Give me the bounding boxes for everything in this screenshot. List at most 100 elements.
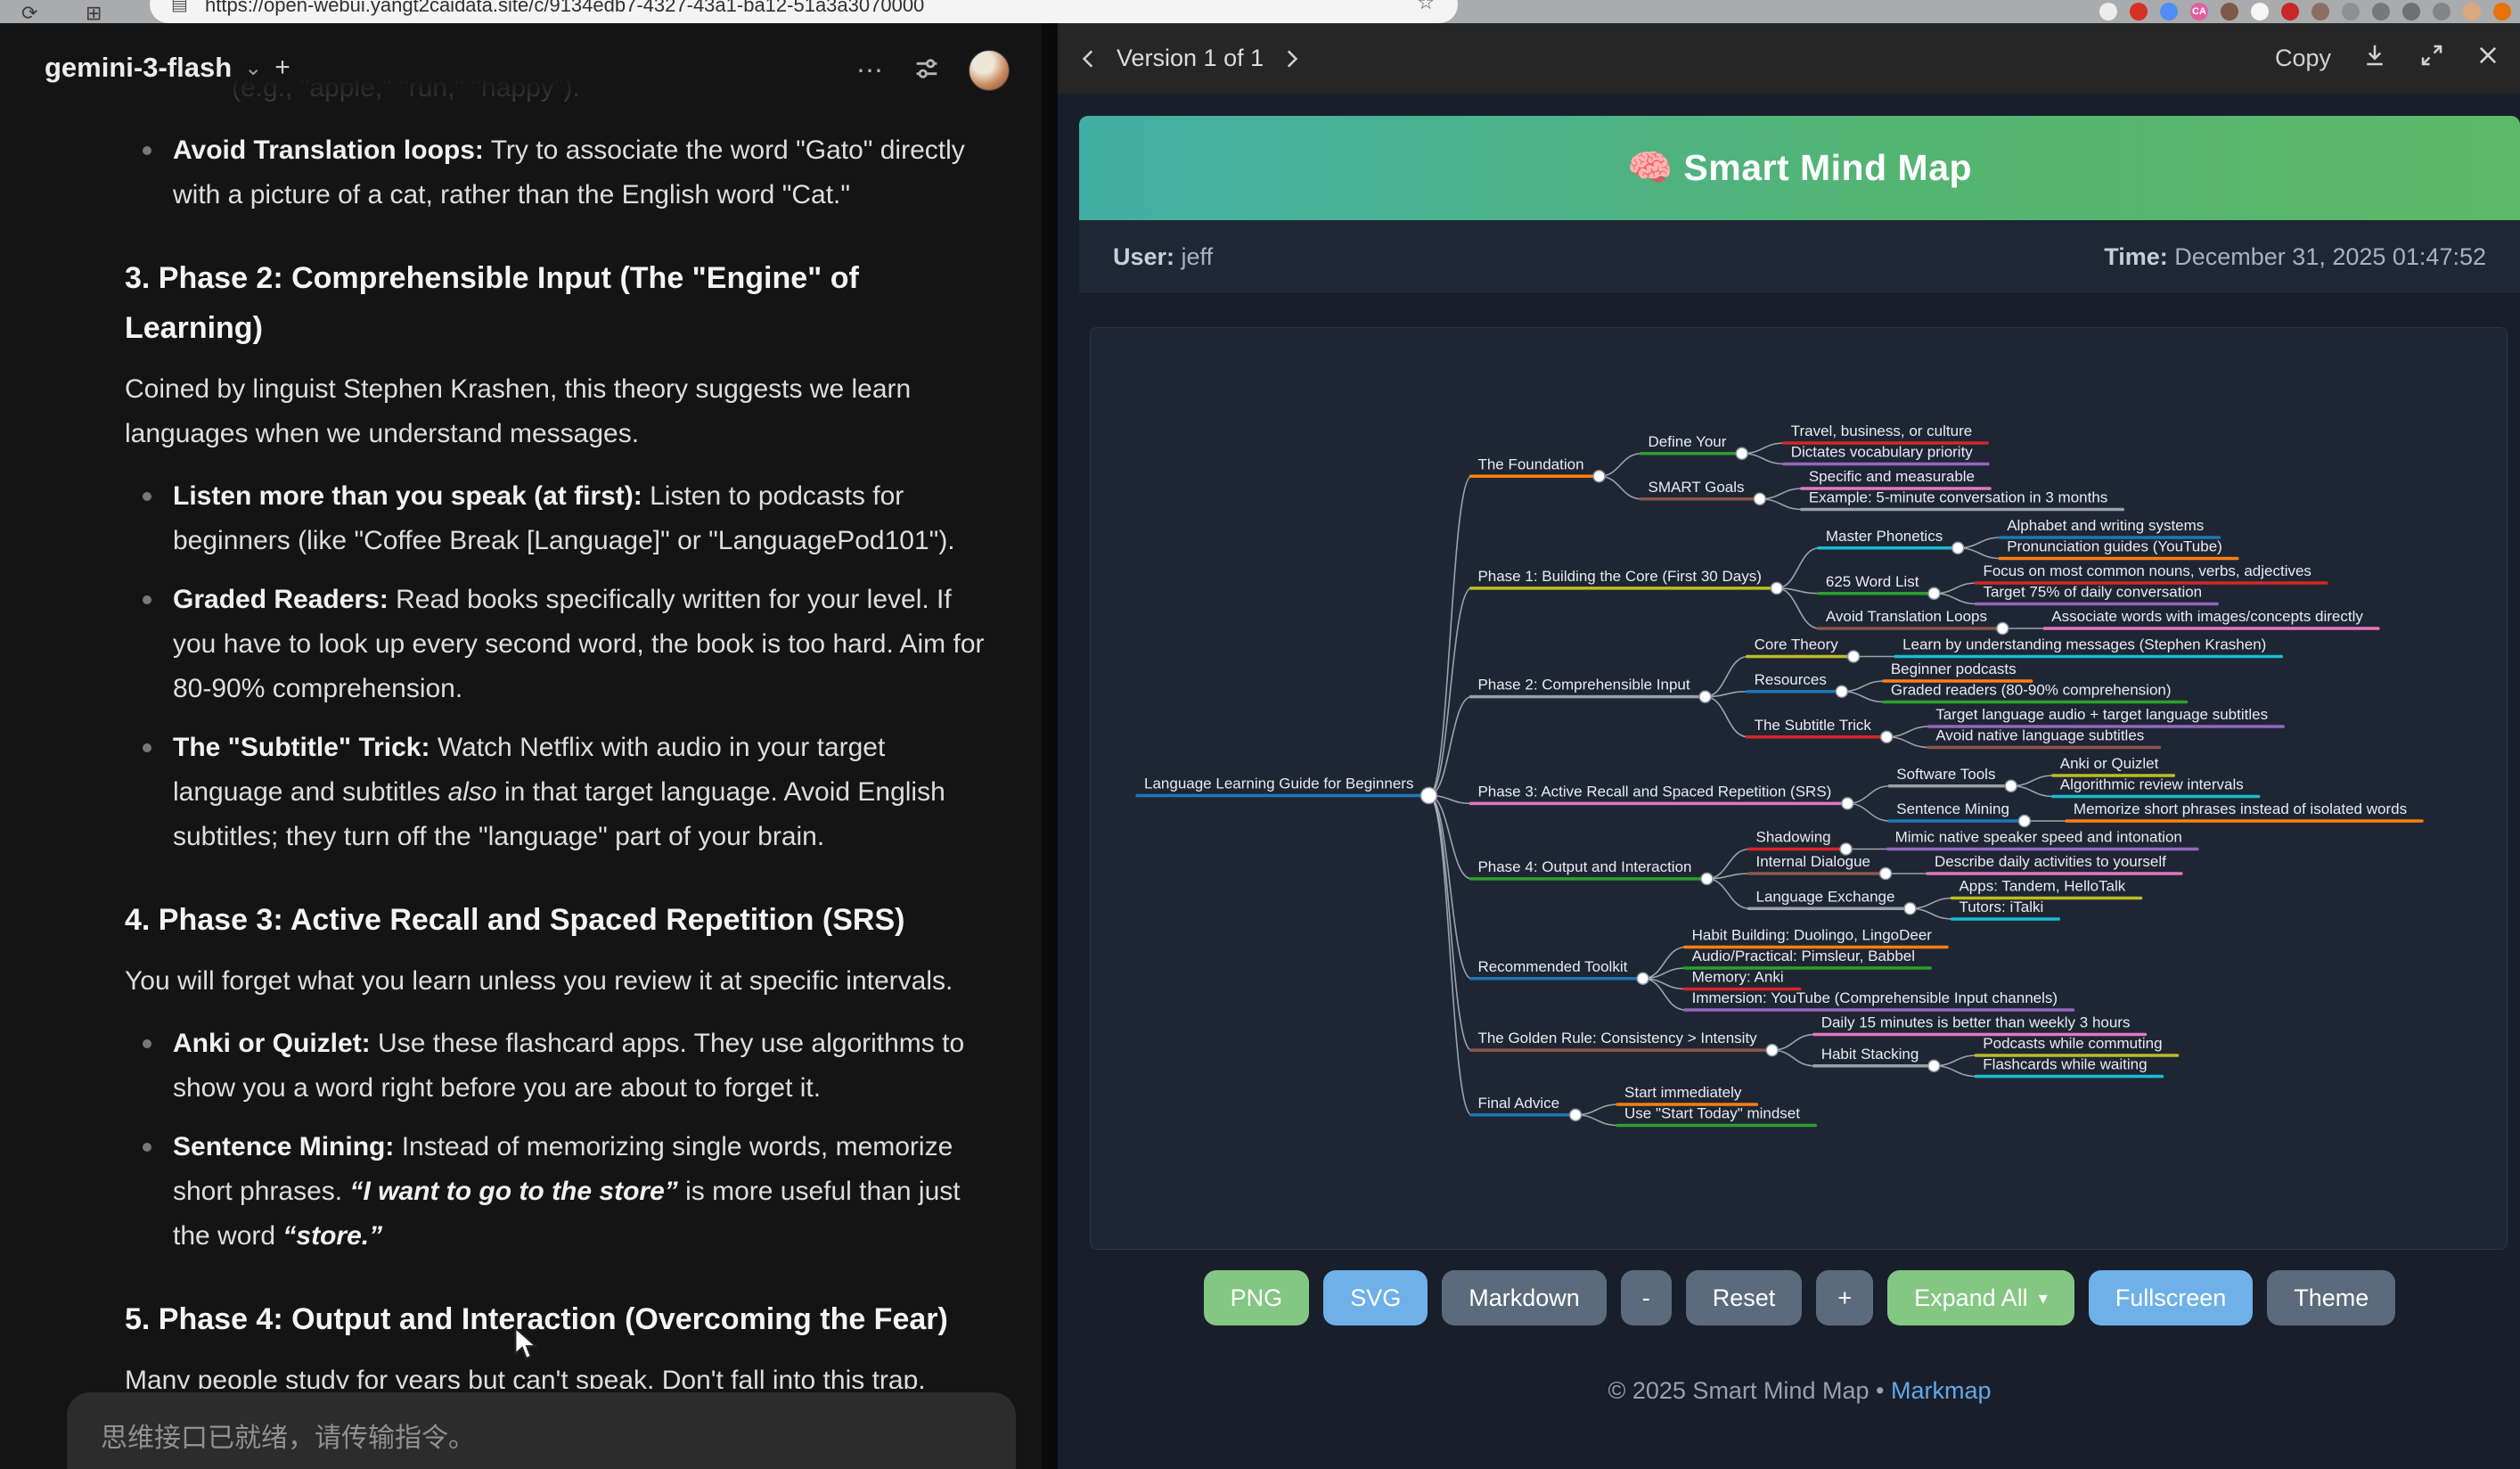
mindmap-node-label[interactable]: Daily 15 minutes is better than weekly 3… [1821,1014,2131,1031]
mindmap-node-label[interactable]: Target 75% of daily conversation [1983,584,2202,601]
mindmap-node-circle[interactable] [1771,582,1782,594]
mindmap-node-circle[interactable] [1842,798,1853,809]
mindmap-node-circle[interactable] [1997,623,2009,635]
mindmap-node-circle[interactable] [1766,1045,1778,1056]
mindmap-node-label[interactable]: Specific and measurable [1809,468,1975,485]
mindmap-node-circle[interactable] [1637,972,1649,984]
extension-icon[interactable] [2311,3,2329,21]
mindmap-node-label[interactable]: Sentence Mining [1896,800,2009,817]
mindmap-node-label[interactable]: Travel, business, or culture [1791,423,1972,439]
extension-icon[interactable] [2099,3,2117,21]
controls-icon[interactable] [912,53,942,88]
mindmap-node-label[interactable]: Mimic native speaker speed and intonatio… [1895,829,2182,846]
fullscreen-button[interactable]: Fullscreen [2089,1270,2254,1325]
profile-avatar-icon[interactable] [2463,3,2481,21]
mindmap-node-label[interactable]: Learn by understanding messages (Stephen… [1902,636,2266,653]
mindmap-node-label[interactable]: Podcasts while commuting [1983,1035,2162,1052]
bookmark-star-icon[interactable]: ☆ [1417,0,1435,14]
mindmap-node-label[interactable]: Phase 1: Building the Core (First 30 Day… [1477,568,1761,585]
mindmap-node-label[interactable]: Describe daily activities to yourself [1935,853,2166,870]
mindmap-node-label[interactable]: Master Phonetics [1826,528,1943,545]
png-button[interactable]: PNG [1204,1270,1310,1325]
markmap-link[interactable]: Markmap [1891,1377,1992,1404]
mindmap-node-label[interactable]: The Golden Rule: Consistency > Intensity [1477,1030,1757,1046]
mindmap-node-label[interactable]: Apps: Tandem, HelloTalk [1959,878,2125,895]
mindmap-node-label[interactable]: Flashcards while waiting [1983,1056,2147,1073]
mindmap-node-label[interactable]: Phase 3: Active Recall and Spaced Repeti… [1477,783,1831,800]
mindmap-node-label[interactable]: Tutors: iTalki [1959,899,2043,915]
mindmap-node-label[interactable]: Memory: Anki [1692,969,1784,986]
extension-icon[interactable] [2281,3,2299,21]
puzzle-icon[interactable] [2493,3,2511,21]
mindmap-node-label[interactable]: Alphabet and writing systems [2007,517,2204,534]
mindmap-node-circle[interactable] [1928,587,1940,599]
previous-version-button[interactable] [1070,40,1108,78]
mindmap-node-circle[interactable] [1848,651,1860,662]
new-chat-icon[interactable]: + [274,53,290,83]
expand-all-button[interactable]: Expand All▾ [1887,1270,2074,1325]
mindmap-node-label[interactable]: Anki or Quizlet [2060,755,2159,772]
panel-divider[interactable] [1042,23,1058,1469]
mindmap-node-label[interactable]: 625 Word List [1826,573,1919,590]
mindmap-node-label[interactable]: Immersion: YouTube (Comprehensible Input… [1692,989,2058,1006]
extension-icon[interactable]: CA [2190,3,2208,21]
close-icon[interactable] [2475,43,2500,74]
mindmap-node-circle[interactable] [2005,780,2017,792]
mindmap-node-label[interactable]: Avoid native language subtitles [1935,727,2144,744]
address-bar[interactable]: ▤ https://open-webui.yangt2caidata.site/… [150,0,1458,23]
mindmap-node-label[interactable]: Define Your [1649,433,1727,450]
mindmap-node-circle[interactable] [1701,873,1713,884]
mindmap-node-circle[interactable] [1736,447,1747,459]
mindmap-node-label[interactable]: Language Exchange [1755,888,1894,905]
mindmap-node-label[interactable]: Avoid Translation Loops [1826,608,1987,625]
mindmap-node-circle[interactable] [1699,691,1711,702]
more-options-icon[interactable]: ⋯ [856,55,885,86]
mindmap-node-circle[interactable] [1836,685,1847,697]
reset-button[interactable]: Reset [1686,1270,1803,1325]
markdown-button[interactable]: Markdown [1442,1270,1607,1325]
mindmap-node-label[interactable]: Internal Dialogue [1755,853,1870,870]
mindmap-node-label[interactable]: Use "Start Today" mindset [1624,1105,1800,1122]
extension-icon[interactable] [2402,3,2420,21]
mindmap-node-label[interactable]: Target language audio + target language … [1935,706,2268,723]
mindmap-svg[interactable]: Travel, business, or culture Dictates voc… [1091,328,2497,1250]
mindmap-node-label[interactable]: Beginner podcasts [1891,661,2017,677]
user-avatar[interactable] [969,50,1010,91]
extension-icon[interactable] [2251,3,2269,21]
mindmap-node-circle[interactable] [1593,471,1605,482]
mindmap-node-label[interactable]: Dictates vocabulary priority [1791,444,1974,461]
mindmap-node-label[interactable]: Core Theory [1755,636,1839,653]
mindmap-node-label[interactable]: Associate words with images/concepts dir… [2051,608,2363,625]
mindmap-node-circle[interactable] [2018,816,2030,827]
theme-button[interactable]: Theme [2267,1270,2395,1325]
zoom-out-button[interactable]: - [1621,1270,1672,1325]
zoom-in-button[interactable]: + [1816,1270,1873,1325]
mindmap-node-circle[interactable] [1928,1060,1940,1071]
copy-button[interactable]: Copy [2275,45,2331,72]
model-selector[interactable]: gemini-3-flash ⌄ + [45,52,290,84]
mindmap-node-circle[interactable] [1904,903,1916,915]
mindmap-node-circle[interactable] [1754,493,1765,505]
mindmap-node-label[interactable]: Final Advice [1477,1095,1559,1112]
mindmap-node-label[interactable]: Algorithmic review intervals [2060,776,2244,793]
page-info-icon[interactable]: ▤ [171,0,188,15]
chat-input[interactable]: 思维接口已就绪，请传输指令。 [67,1392,1016,1469]
mindmap-node-label[interactable]: Shadowing [1755,829,1830,846]
mindmap-node-label[interactable]: Language Learning Guide for Beginners [1144,776,1413,792]
apps-grid-icon[interactable]: ⊞ [86,2,102,23]
mindmap-node-label[interactable]: Phase 2: Comprehensible Input [1477,677,1690,693]
mindmap-node-label[interactable]: SMART Goals [1649,479,1745,496]
mindmap-node-label[interactable]: Phase 4: Output and Interaction [1477,858,1691,875]
mindmap-node-label[interactable]: Memorize short phrases instead of isolat… [2074,800,2407,817]
mindmap-node-label[interactable]: Graded readers (80-90% comprehension) [1891,682,2172,699]
mindmap-node-circle[interactable] [1952,542,1964,554]
mindmap-node-circle[interactable] [1420,788,1436,804]
extension-icon[interactable] [2342,3,2360,21]
svg-button[interactable]: SVG [1323,1270,1428,1325]
mindmap-node-circle[interactable] [1570,1109,1582,1120]
next-version-button[interactable] [1272,40,1310,78]
extension-icon[interactable] [2372,3,2390,21]
mindmap-node-label[interactable]: The Foundation [1477,455,1583,472]
mindmap-node-label[interactable]: Audio/Practical: Pimsleur, Babbel [1692,948,1915,964]
extension-icon[interactable] [2433,3,2450,21]
